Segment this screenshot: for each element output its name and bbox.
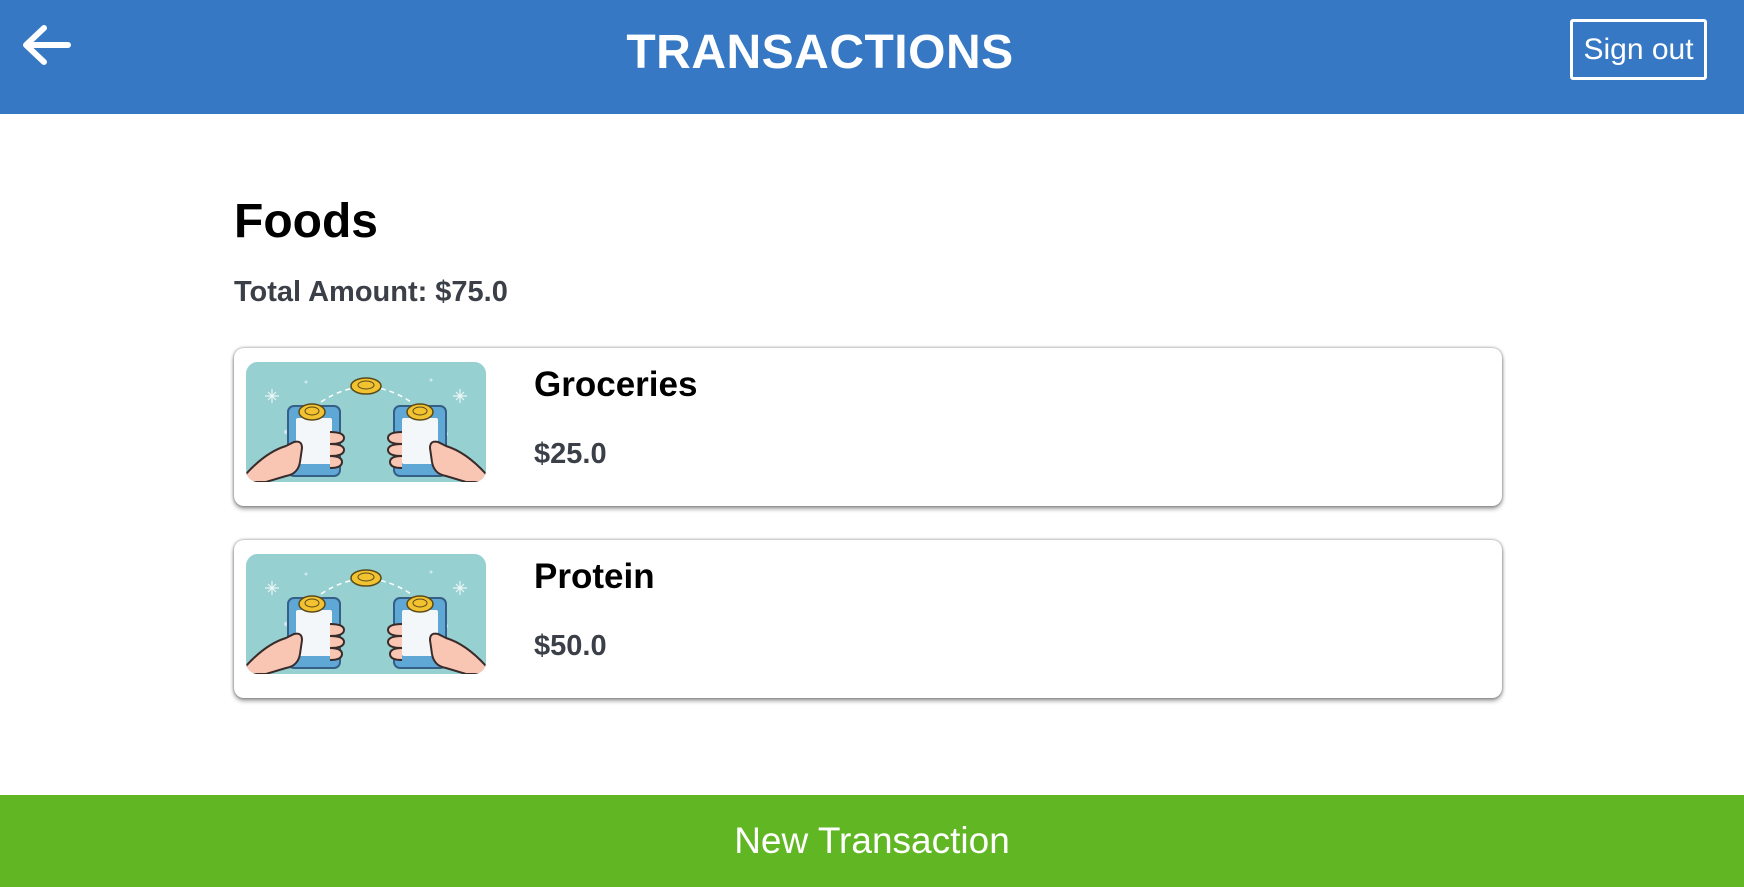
transaction-amount: $50.0 [534,630,607,662]
top-app-bar: TRANSACTIONS Sign out [0,0,1744,114]
total-amount-value: $75.0 [435,276,508,308]
transaction-list: Groceries $25.0 Protein $50.0 [234,348,1502,698]
mobile-payment-illustration-icon [246,554,486,674]
sign-out-button[interactable]: Sign out [1570,19,1707,80]
total-amount: Total Amount: $75.0 [234,274,1502,310]
transaction-thumbnail [246,362,486,482]
category-title: Foods [234,195,378,248]
total-amount-label: Total Amount: [234,276,428,308]
transaction-amount: $25.0 [534,438,607,470]
page-title: TRANSACTIONS [626,26,1014,79]
transaction-thumbnail [246,554,486,674]
category-detail: Foods Total Amount: $75.0 Groceries $25.… [234,190,1502,732]
transaction-card[interactable]: Protein $50.0 [234,540,1502,698]
transaction-card[interactable]: Groceries $25.0 [234,348,1502,506]
new-transaction-button[interactable]: New Transaction [0,795,1744,887]
mobile-payment-illustration-icon [246,362,486,482]
transaction-name: Groceries [534,365,698,404]
transaction-name: Protein [534,557,655,596]
